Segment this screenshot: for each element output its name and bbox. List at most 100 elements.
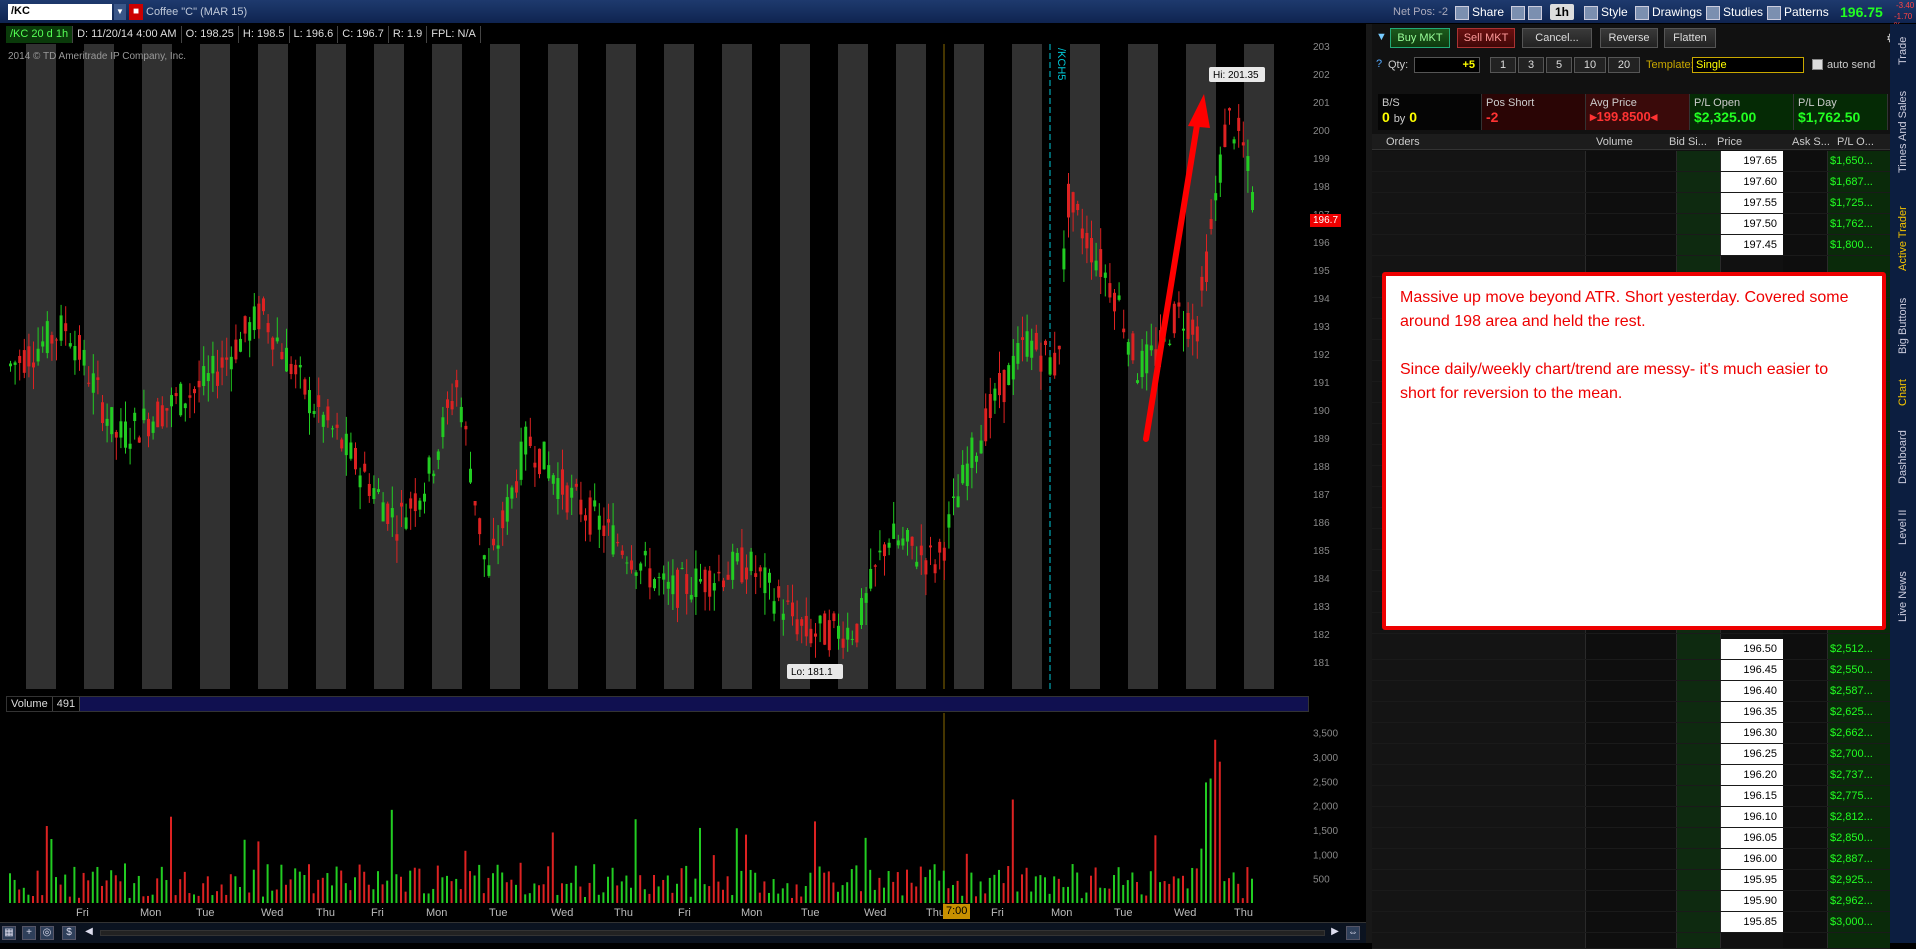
qty-5-button[interactable]: 5	[1546, 57, 1572, 73]
ladder-bid-cell[interactable]	[1677, 912, 1721, 932]
side-tab[interactable]: Big Buttons	[1890, 286, 1916, 366]
ladder-row[interactable]: 196.15 $2,775...	[1372, 786, 1890, 807]
ladder-row[interactable]: 195.85 $3,000...	[1372, 912, 1890, 933]
ladder-row[interactable]: 196.50 $2,512...	[1372, 639, 1890, 660]
share-button[interactable]: Share	[1455, 3, 1504, 21]
ladder-bid-cell[interactable]	[1677, 891, 1721, 911]
ladder-price-cell[interactable]: 196.30	[1721, 723, 1783, 743]
ladder-ask-cell[interactable]	[1783, 912, 1828, 932]
ladder-orders-cell[interactable]	[1372, 660, 1586, 680]
ladder-orders-cell[interactable]	[1372, 639, 1586, 659]
ladder-orders-cell[interactable]	[1372, 193, 1586, 213]
ladder-ask-cell[interactable]	[1783, 870, 1828, 890]
ladder-bid-cell[interactable]	[1677, 849, 1721, 869]
ladder-bid-cell[interactable]	[1677, 786, 1721, 806]
timeframe-button[interactable]: 1h	[1550, 4, 1575, 20]
ladder-orders-cell[interactable]	[1372, 235, 1586, 255]
col-price[interactable]: Price	[1717, 136, 1742, 148]
ladder-row[interactable]: 196.40 $2,587...	[1372, 681, 1890, 702]
ladder-orders-cell[interactable]	[1372, 214, 1586, 234]
col-ask-size[interactable]: Ask S...	[1792, 136, 1830, 148]
ladder-price-cell[interactable]: 197.50	[1721, 214, 1783, 234]
reverse-button[interactable]: Reverse	[1600, 28, 1658, 48]
ladder-orders-cell[interactable]	[1372, 870, 1586, 890]
ladder-price-cell[interactable]: 196.50	[1721, 639, 1783, 659]
ladder-price-cell[interactable]: 196.10	[1721, 807, 1783, 827]
ladder-row[interactable]: 196.30 $2,662...	[1372, 723, 1890, 744]
ladder-bid-cell[interactable]	[1677, 702, 1721, 722]
volume-chart[interactable]: 3,500 3,000 2,500 2,000 1,500 1,000 500	[6, 713, 1338, 905]
ladder-ask-cell[interactable]	[1783, 235, 1828, 255]
ladder-row[interactable]: 196.20 $2,737...	[1372, 765, 1890, 786]
col-orders[interactable]: Orders	[1386, 136, 1420, 148]
ladder-bid-cell[interactable]	[1677, 172, 1721, 192]
ladder-price-cell[interactable]: 195.90	[1721, 891, 1783, 911]
ladder-price-cell[interactable]: 197.45	[1721, 235, 1783, 255]
cancel-button[interactable]: Cancel...	[1522, 28, 1592, 48]
ladder-bid-cell[interactable]	[1677, 660, 1721, 680]
qty-20-button[interactable]: 20	[1608, 57, 1640, 73]
ladder-row[interactable]: 196.25 $2,700...	[1372, 744, 1890, 765]
style-button[interactable]: Style	[1584, 3, 1628, 21]
ladder-ask-cell[interactable]	[1783, 702, 1828, 722]
ladder-bid-cell[interactable]	[1677, 807, 1721, 827]
ladder-orders-cell[interactable]	[1372, 723, 1586, 743]
ladder-ask-cell[interactable]	[1783, 744, 1828, 764]
flatten-button[interactable]: Flatten	[1664, 28, 1716, 48]
ladder-orders-cell[interactable]	[1372, 744, 1586, 764]
ladder-ask-cell[interactable]	[1783, 891, 1828, 911]
sell-mkt-button[interactable]: Sell MKT	[1457, 28, 1515, 48]
ladder-row[interactable]: 197.60 $1,687...	[1372, 172, 1890, 193]
ladder-price-cell[interactable]: 195.95	[1721, 870, 1783, 890]
template-select[interactable]: Single	[1692, 57, 1804, 73]
drawings-button[interactable]: Drawings	[1635, 3, 1702, 21]
patterns-button[interactable]: Patterns	[1767, 3, 1829, 21]
symbol-link-icon[interactable]: ■	[129, 4, 143, 20]
chevron-down-icon[interactable]: ▼	[114, 4, 126, 20]
ladder-ask-cell[interactable]	[1783, 681, 1828, 701]
ladder-price-cell[interactable]: 196.15	[1721, 786, 1783, 806]
ladder-bid-cell[interactable]	[1677, 744, 1721, 764]
side-tab[interactable]: Chart	[1890, 369, 1916, 417]
expand-icon[interactable]: ⇔	[1346, 926, 1360, 940]
ladder-row[interactable]: 195.90 $2,962...	[1372, 891, 1890, 912]
ladder-price-cell[interactable]: 196.25	[1721, 744, 1783, 764]
scroll-left-icon[interactable]: ◀	[82, 926, 96, 940]
side-tab[interactable]: Live News	[1890, 562, 1916, 632]
scroll-right-icon[interactable]: ▶	[1328, 926, 1342, 940]
ladder-ask-cell[interactable]	[1783, 172, 1828, 192]
ladder-row[interactable]: 196.05 $2,850...	[1372, 828, 1890, 849]
ladder-orders-cell[interactable]	[1372, 912, 1586, 932]
side-tab[interactable]: Active Trader	[1890, 194, 1916, 284]
ladder-orders-cell[interactable]	[1372, 172, 1586, 192]
ladder-bid-cell[interactable]	[1677, 828, 1721, 848]
ladder-bid-cell[interactable]	[1677, 723, 1721, 743]
ladder-price-cell[interactable]: 197.55	[1721, 193, 1783, 213]
scrollbar[interactable]	[100, 930, 1325, 936]
ladder-bid-cell[interactable]	[1677, 681, 1721, 701]
qty-1-button[interactable]: 1	[1490, 57, 1516, 73]
side-tab[interactable]: Times And Sales	[1890, 82, 1916, 182]
ladder-ask-cell[interactable]	[1783, 786, 1828, 806]
ladder-bid-cell[interactable]	[1677, 870, 1721, 890]
dollar-icon[interactable]: $	[62, 926, 76, 940]
symbol-input[interactable]: /KC	[8, 4, 112, 20]
help-icon[interactable]: ?	[1376, 58, 1382, 70]
ladder-row[interactable]: 196.00 $2,887...	[1372, 849, 1890, 870]
ladder-ask-cell[interactable]	[1783, 765, 1828, 785]
ladder-price-cell[interactable]: 196.05	[1721, 828, 1783, 848]
ladder-price-cell[interactable]: 195.85	[1721, 912, 1783, 932]
auto-send-checkbox[interactable]	[1812, 59, 1823, 70]
ladder-price-cell[interactable]: 196.40	[1721, 681, 1783, 701]
ladder-row[interactable]: 197.45 $1,800...	[1372, 235, 1890, 256]
ladder-price-cell[interactable]: 197.60	[1721, 172, 1783, 192]
ladder-ask-cell[interactable]	[1783, 828, 1828, 848]
ladder-price-cell[interactable]: 196.20	[1721, 765, 1783, 785]
zoom-in-icon[interactable]: +	[22, 926, 36, 940]
ladder-bid-cell[interactable]	[1677, 765, 1721, 785]
ladder-orders-cell[interactable]	[1372, 702, 1586, 722]
ladder-orders-cell[interactable]	[1372, 828, 1586, 848]
ladder-row[interactable]: 197.50 $1,762...	[1372, 214, 1890, 235]
col-volume[interactable]: Volume	[1596, 136, 1633, 148]
ladder-ask-cell[interactable]	[1783, 807, 1828, 827]
